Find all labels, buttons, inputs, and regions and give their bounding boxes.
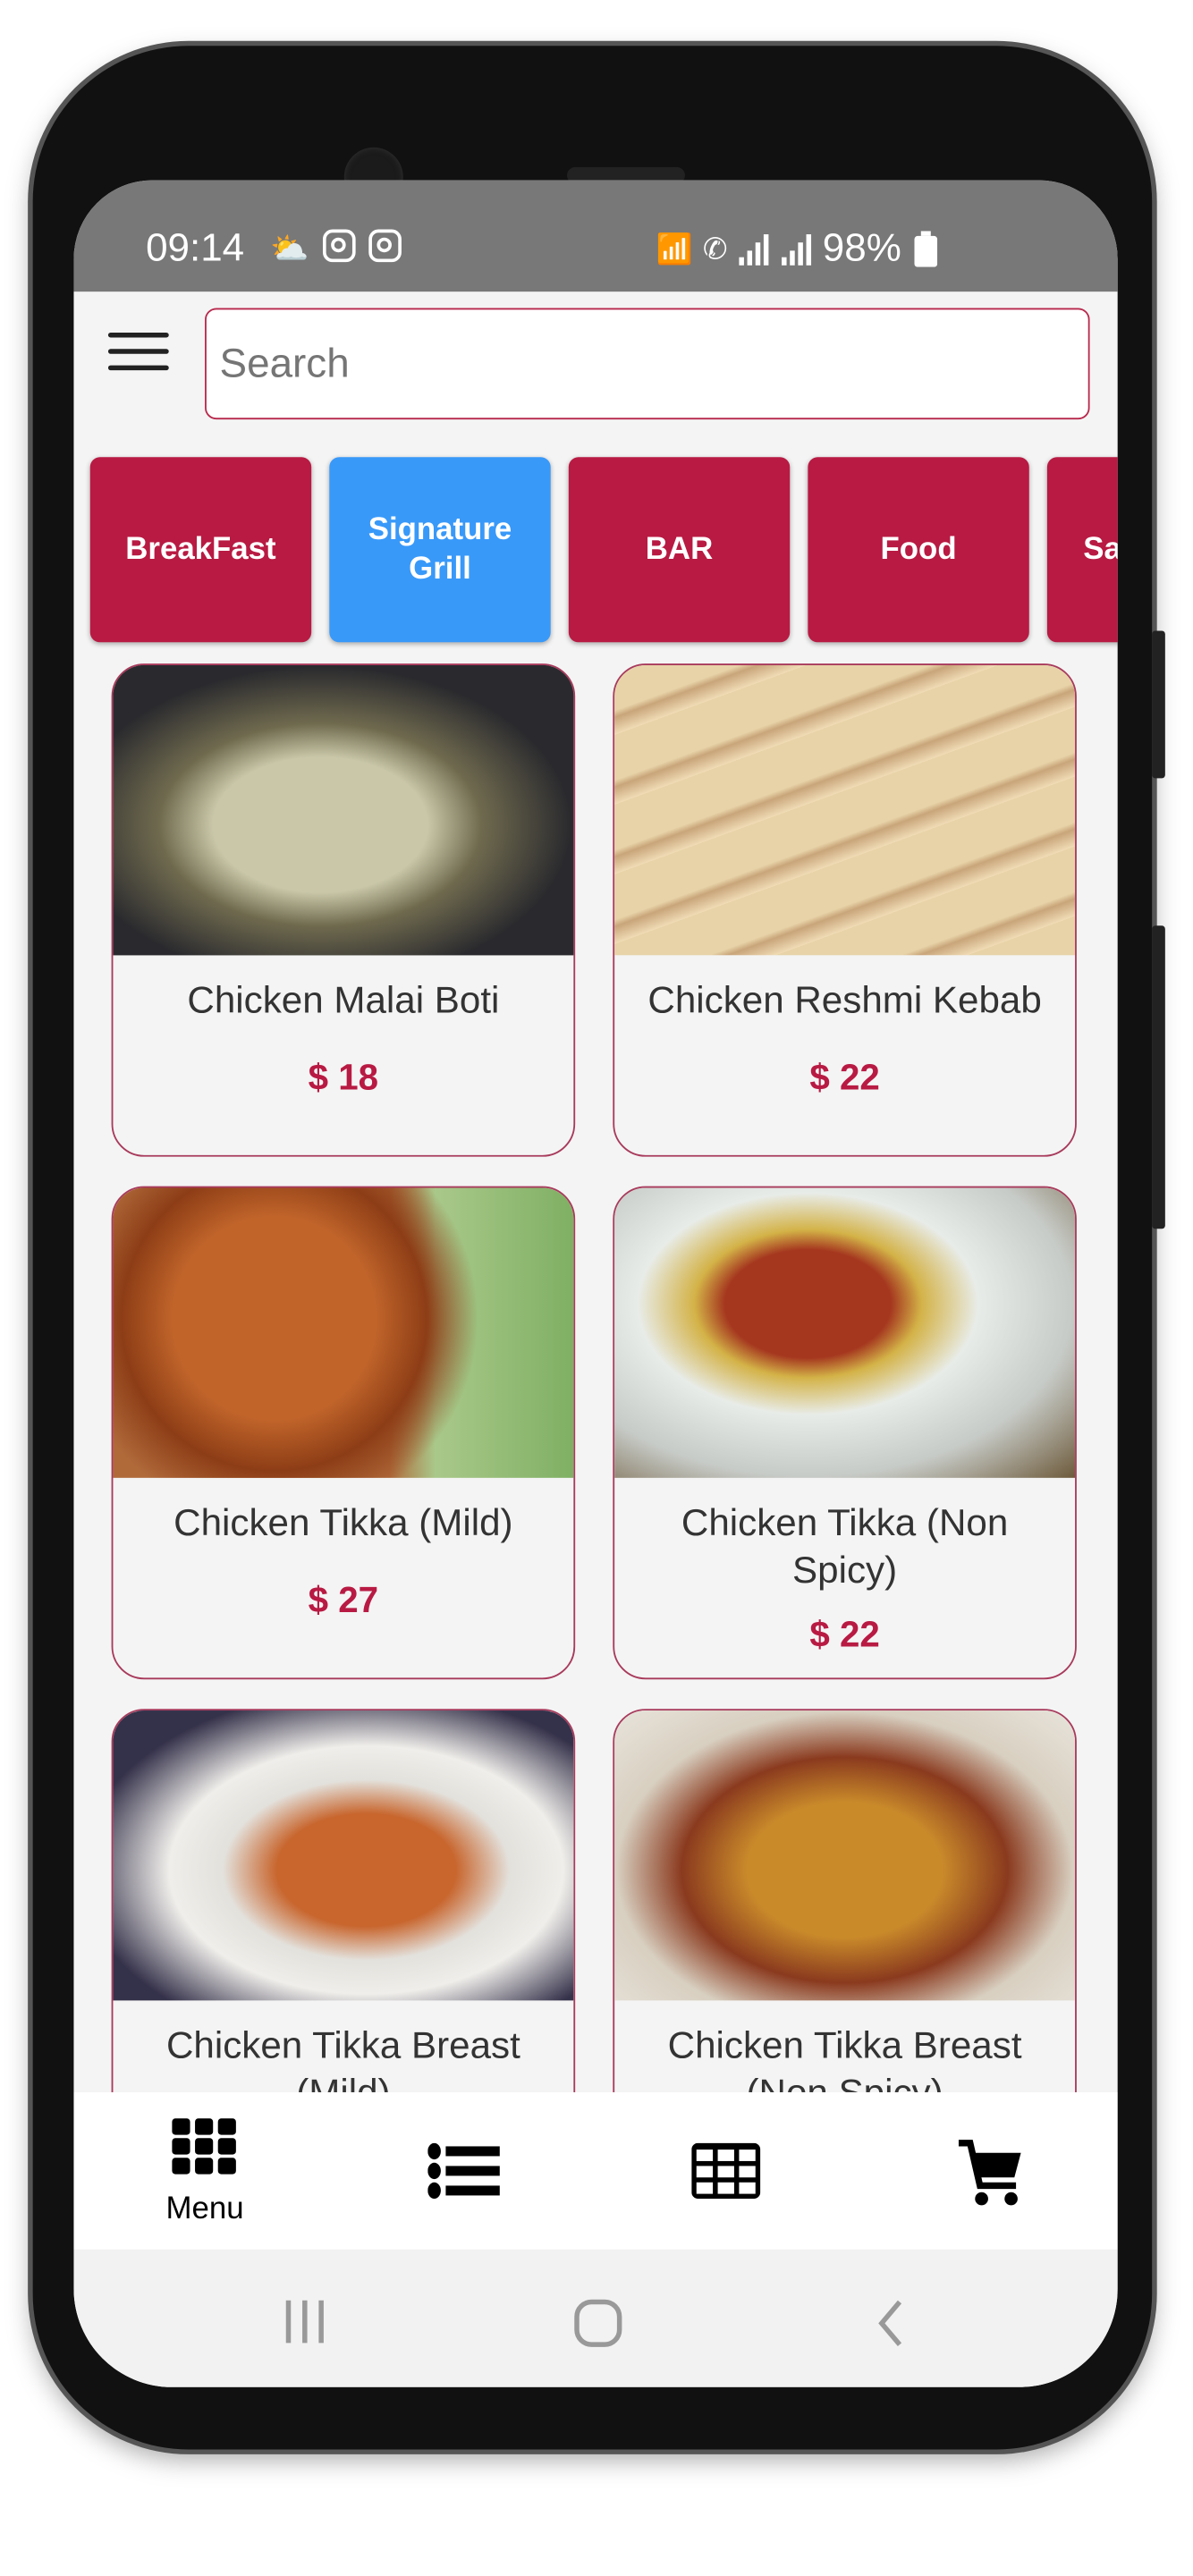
product-image — [614, 1187, 1076, 1478]
nav-cart[interactable] — [955, 2138, 1024, 2215]
system-nav-bar — [73, 2249, 1118, 2387]
product-name: Chicken Tikka (Mild) — [173, 1500, 513, 1544]
category-breakfast[interactable]: BreakFast — [89, 457, 312, 643]
nav-table[interactable] — [691, 2142, 761, 2207]
category-bar: BreakFast Signature Grill BAR Food Sa S — [89, 457, 1118, 643]
volume-button — [1152, 630, 1165, 779]
product-price: $ 27 — [308, 1579, 379, 1621]
product-image — [614, 664, 1076, 956]
product-image — [614, 1710, 1076, 2001]
category-partial[interactable]: Sa S — [1046, 457, 1118, 643]
list-icon — [427, 2142, 500, 2200]
status-bar: 09:14 ⛅ 📶 ✆ 98% — [73, 180, 1118, 292]
instagram-icon — [368, 229, 402, 263]
product-image — [113, 664, 574, 956]
hamburger-icon[interactable] — [107, 332, 169, 372]
category-food[interactable]: Food — [808, 457, 1029, 643]
back-icon[interactable] — [876, 2299, 909, 2348]
nav-menu[interactable]: Menu — [140, 2116, 271, 2228]
table-icon — [691, 2142, 761, 2200]
category-bar[interactable]: BAR — [568, 457, 791, 643]
bottom-nav: Menu — [73, 2091, 1118, 2250]
product-image — [113, 1710, 574, 2001]
product-card[interactable]: Chicken Reshmi Kebab $ 22 — [613, 663, 1077, 1157]
product-price: $ 22 — [809, 1056, 880, 1098]
product-card[interactable]: Chicken Malai Boti $ 18 — [111, 663, 576, 1157]
product-price: $ 18 — [308, 1056, 379, 1098]
product-image — [113, 1187, 574, 1478]
battery-icon — [914, 231, 938, 267]
product-name: Chicken Reshmi Kebab — [647, 977, 1042, 1021]
recent-apps-icon[interactable] — [283, 2299, 326, 2344]
power-button — [1152, 925, 1165, 1229]
roaming-signal-icon — [781, 234, 811, 266]
grid-menu-icon — [172, 2118, 236, 2175]
product-name: Chicken Tikka (Non Spicy) — [681, 1500, 1009, 1592]
product-price: $ 22 — [809, 1613, 880, 1655]
wifi-call-icon: ✆ — [702, 232, 728, 265]
home-icon[interactable] — [573, 2299, 622, 2348]
wifi-icon: 📶 — [656, 232, 693, 265]
nav-menu-label: Menu — [165, 2192, 244, 2227]
search-input[interactable] — [205, 308, 1090, 420]
screen: 09:14 ⛅ 📶 ✆ 98% BreakFast Signature Gril… — [73, 180, 1118, 2387]
weather-sun-cloud-icon: ⛅ — [270, 232, 309, 267]
nav-list[interactable] — [427, 2142, 500, 2207]
product-card[interactable]: Chicken Tikka (Mild) $ 27 — [111, 1186, 576, 1680]
status-time: 09:14 — [146, 225, 245, 271]
instagram-icon — [322, 229, 356, 263]
category-signature-grill[interactable]: Signature Grill — [329, 457, 551, 643]
signal-icon — [739, 234, 769, 266]
battery-level: 98% — [822, 225, 901, 271]
cart-icon — [958, 2140, 1021, 2206]
product-card[interactable]: Chicken Tikka (Non Spicy) $ 22 — [613, 1186, 1077, 1680]
product-name: Chicken Malai Boti — [187, 977, 500, 1021]
